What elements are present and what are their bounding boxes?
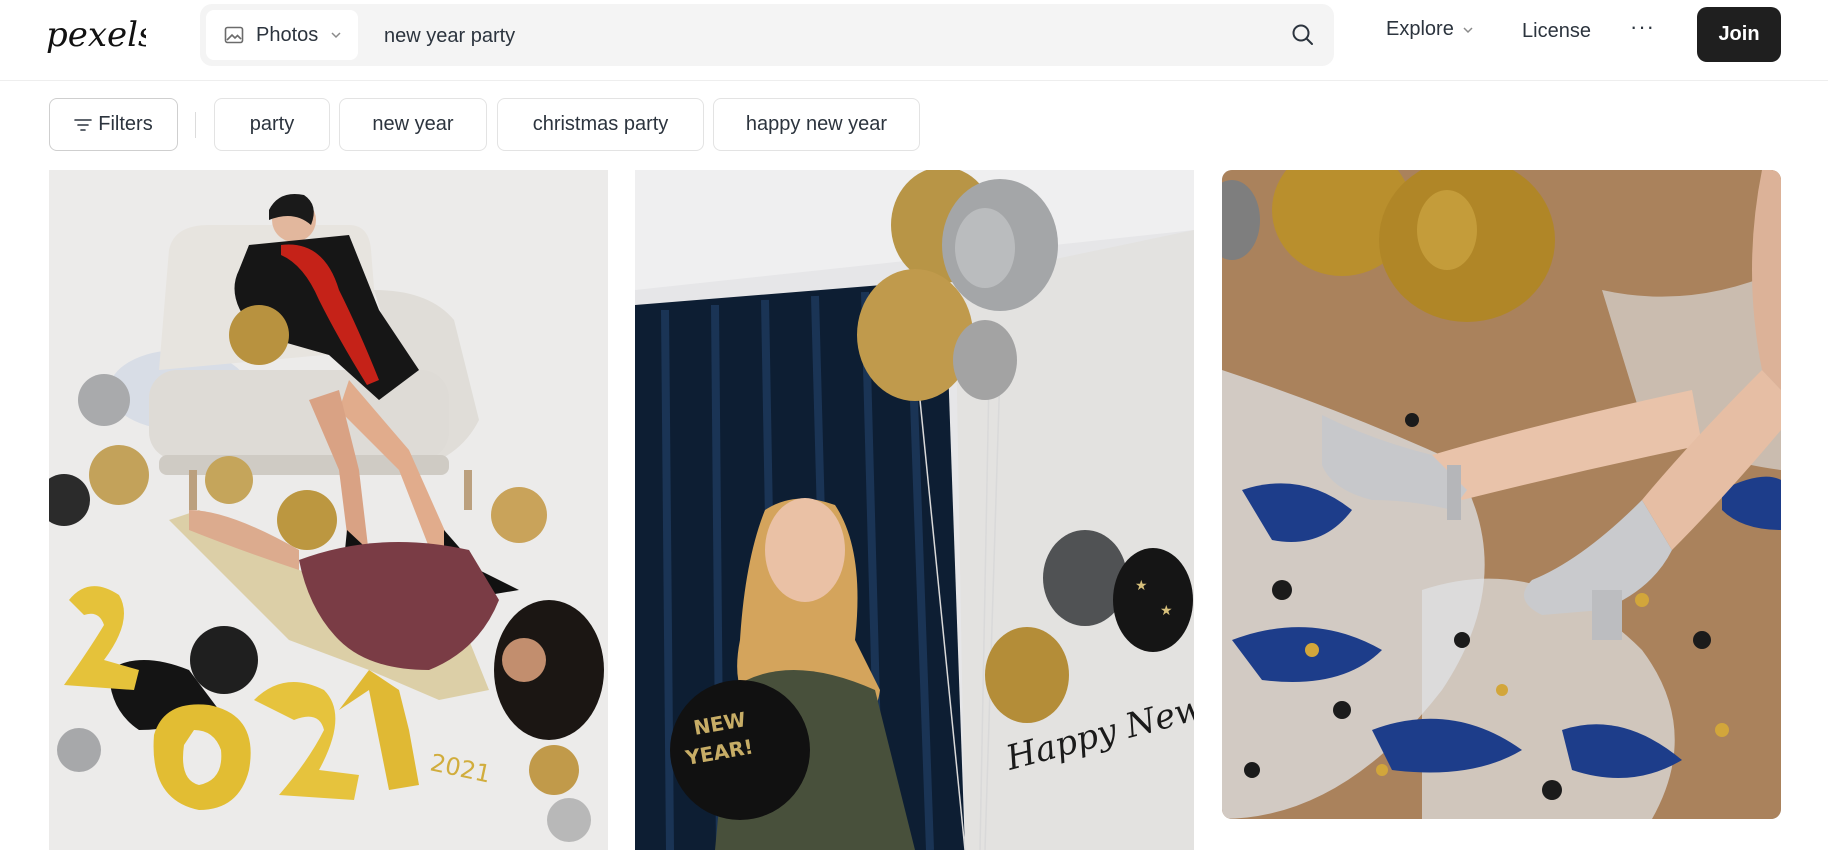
filter-divider (195, 112, 196, 138)
search-bar: Photos (200, 4, 1334, 68)
logo-text: pexels (46, 15, 146, 55)
chip-party[interactable]: party (214, 98, 330, 151)
chip-happy-new-year[interactable]: happy new year (713, 98, 920, 151)
photo-image (1222, 170, 1781, 819)
photo-card-woman-with-balloons[interactable]: ★ ★ Happy New Year NEW YEAR! (635, 170, 1194, 850)
filters-label: Filters (98, 113, 153, 135)
nav-license[interactable]: License (1522, 20, 1591, 43)
photo-card-women-on-sofa[interactable]: 2021 (49, 170, 608, 850)
nav-explore[interactable]: Explore (1386, 18, 1474, 41)
media-type-dropdown[interactable]: Photos (206, 10, 358, 60)
chip-christmas-party[interactable]: christmas party (497, 98, 704, 151)
chip-new-year[interactable]: new year (339, 98, 487, 151)
pexels-logo[interactable]: pexels (46, 10, 156, 60)
svg-text:★: ★ (1160, 602, 1173, 618)
more-dots-icon[interactable]: ··· (1630, 14, 1655, 40)
search-input[interactable] (382, 4, 1246, 68)
nav-explore-label: Explore (1386, 18, 1454, 40)
search-icon[interactable] (1290, 22, 1316, 48)
filters-button[interactable]: Filters (49, 98, 178, 151)
top-header: pexels Photos Explore License ··· Join (0, 0, 1828, 81)
chevron-down-icon (331, 32, 341, 39)
svg-text:★: ★ (1135, 577, 1148, 593)
photo-image: ★ ★ Happy New Year NEW YEAR! (635, 170, 1194, 850)
filter-lines-icon (74, 118, 93, 131)
image-icon (224, 26, 244, 44)
photo-image: 2021 (49, 170, 608, 850)
photo-card-confetti-floor[interactable] (1222, 170, 1781, 819)
media-type-label: Photos (256, 23, 319, 46)
chevron-down-icon (1463, 26, 1473, 33)
join-button[interactable]: Join (1697, 7, 1781, 62)
